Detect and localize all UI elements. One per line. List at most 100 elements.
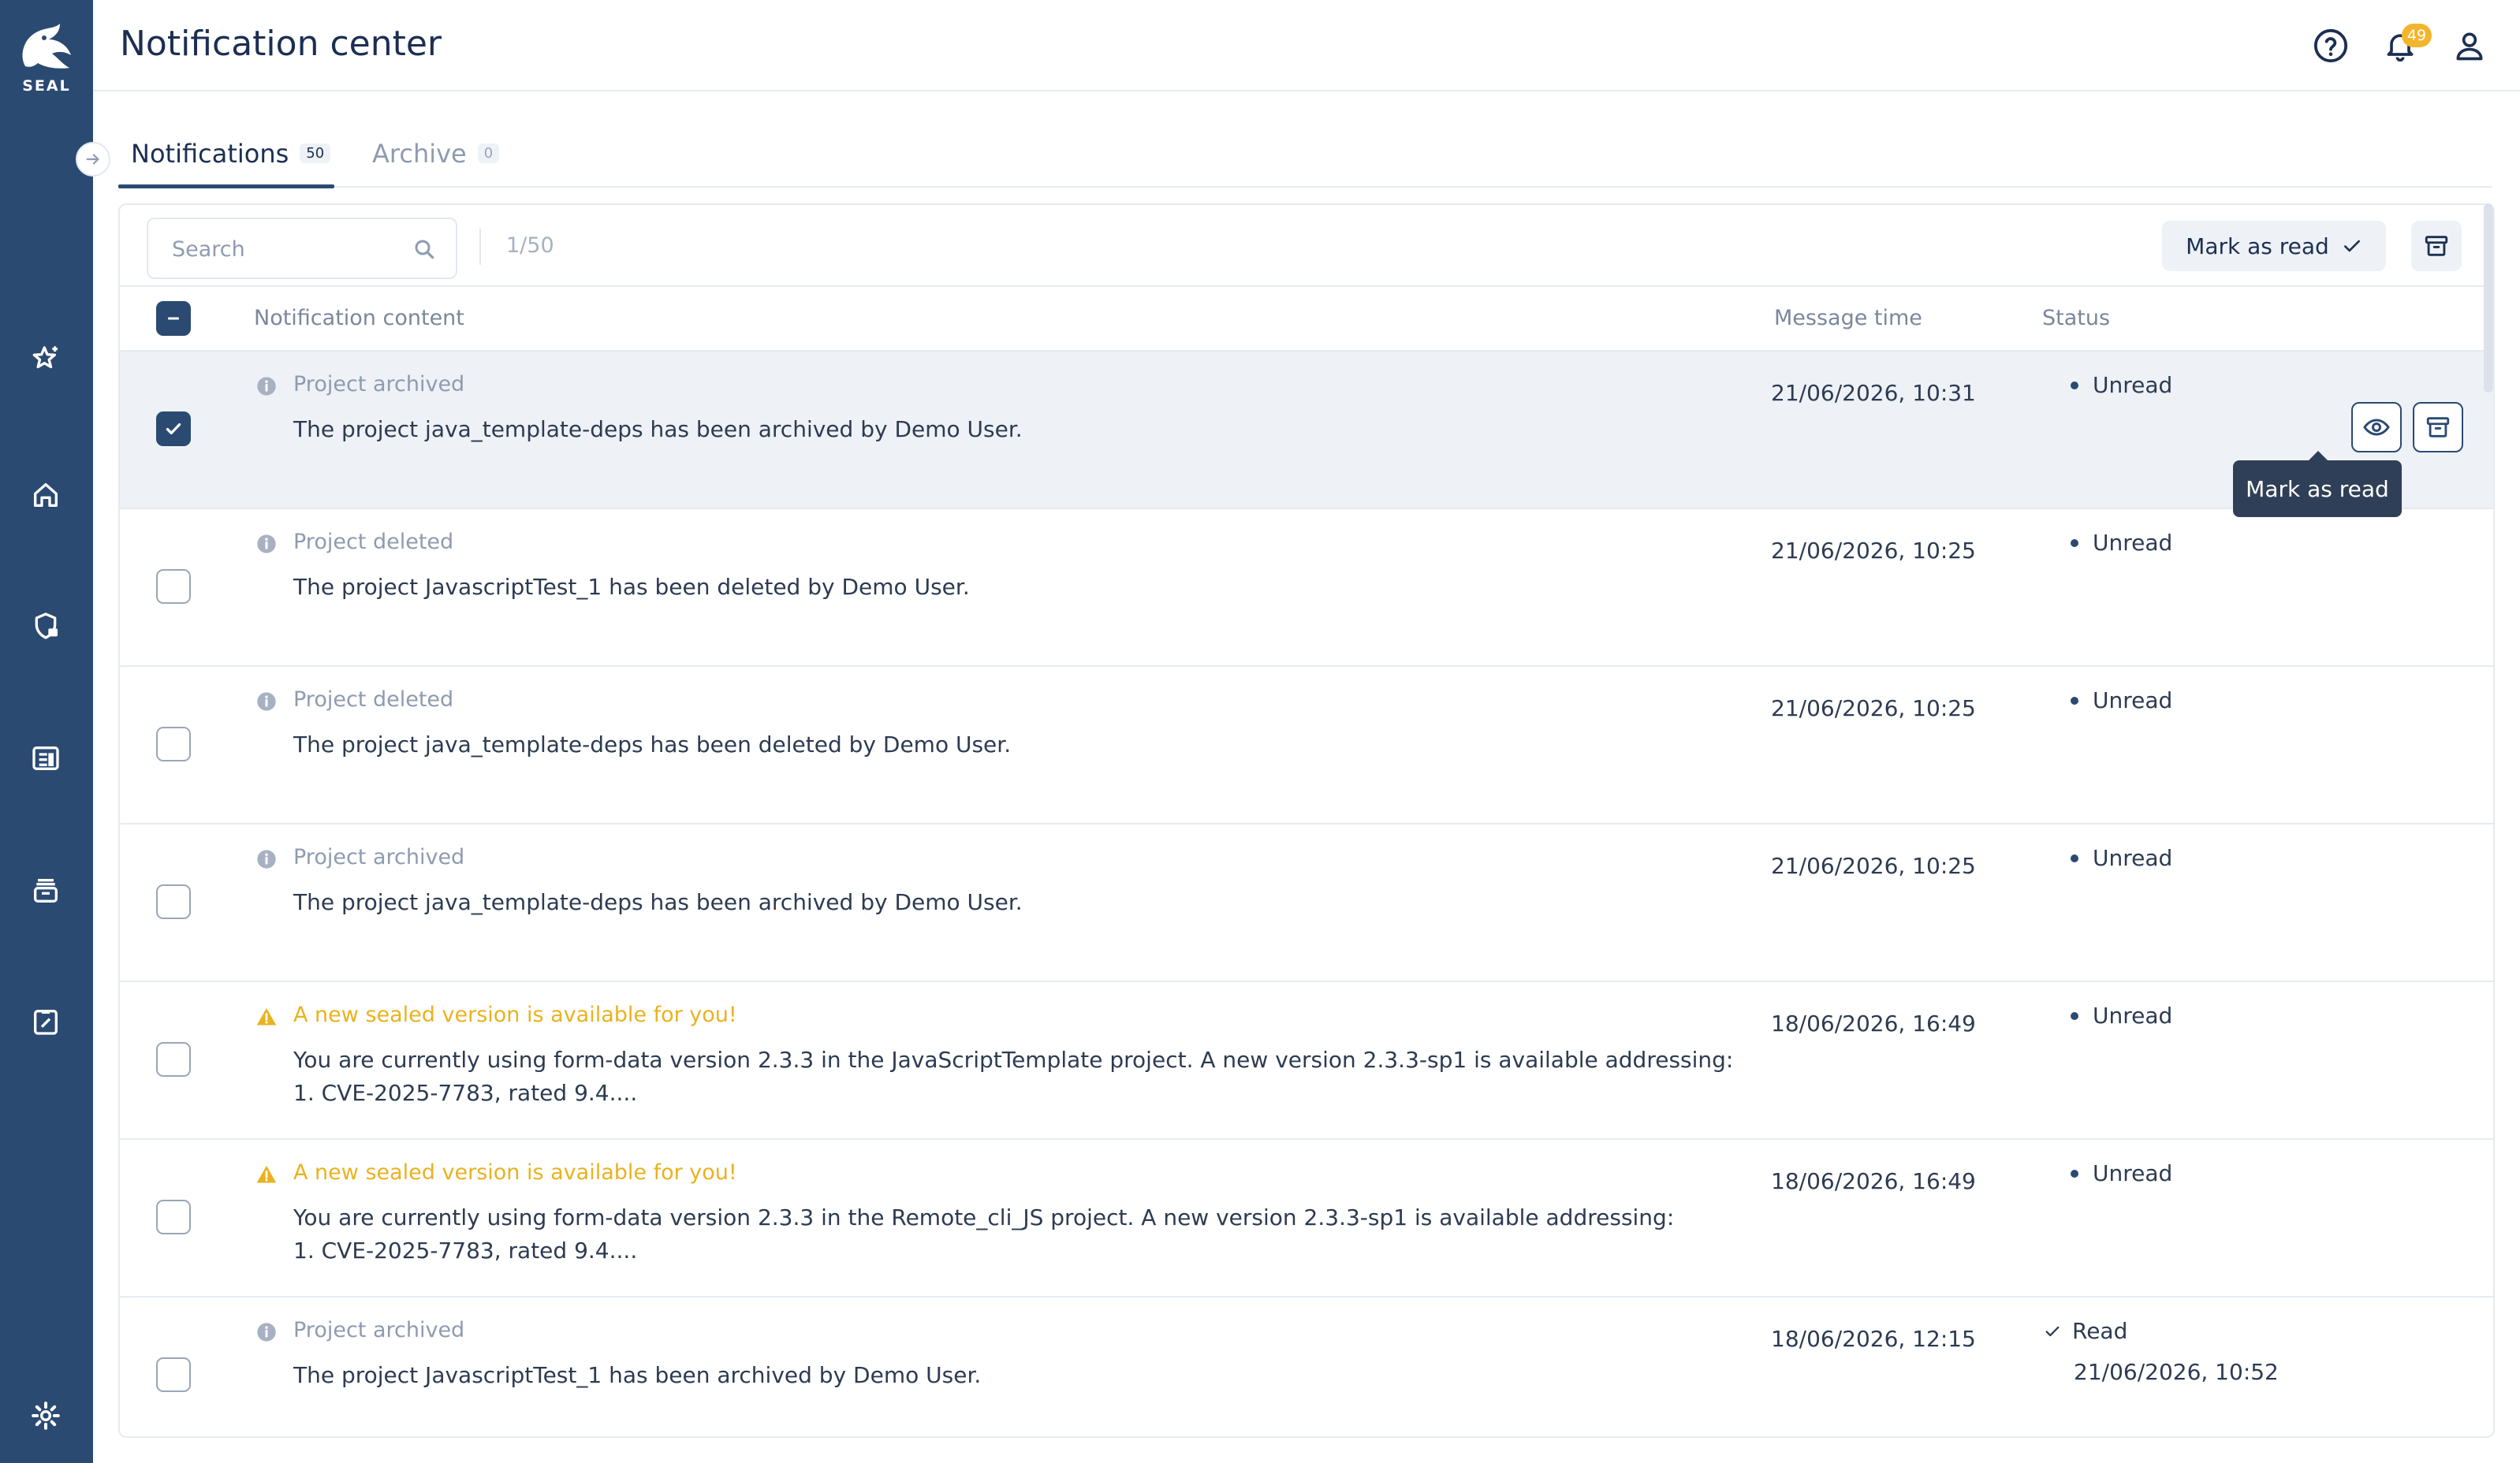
tab-notifications-count: 50: [300, 143, 331, 163]
status-text: Unread: [2093, 687, 2173, 713]
minus-icon: [167, 317, 180, 320]
notification-title: Project archived: [293, 372, 465, 396]
mark-as-read-tooltip: Mark as read: [2233, 451, 2402, 517]
message-time: 18/06/2026, 16:49: [1771, 1011, 1976, 1037]
info-icon: [257, 850, 276, 869]
archive-box-icon: [2426, 417, 2450, 437]
archive-box-icon: [2425, 236, 2448, 256]
selection-count: 1/50: [506, 233, 554, 258]
notification-body: The project java_template-deps has been …: [293, 416, 1023, 442]
tab-archive-label: Archive: [372, 139, 467, 169]
active-tab-indicator: [118, 184, 334, 188]
table-row[interactable]: A new sealed version is available for yo…: [120, 1140, 2493, 1297]
notification-body: The project JavascriptTest_1 has been de…: [293, 574, 970, 600]
notification-body-line: You are currently using form-data versio…: [293, 1047, 1734, 1073]
search-box: [147, 218, 457, 279]
search-input[interactable]: [172, 235, 408, 263]
row-mark-as-read-button[interactable]: [2351, 402, 2402, 452]
status-badge: Unread: [2071, 530, 2172, 556]
notification-body: The project JavascriptTest_1 has been ar…: [293, 1362, 982, 1388]
table-row[interactable]: Project archived The project java_templa…: [120, 825, 2493, 982]
sidebar: SEAL: [0, 0, 93, 1463]
row-checkbox[interactable]: [156, 569, 191, 604]
mark-as-read-button[interactable]: Mark as read: [2162, 221, 2386, 271]
table-row[interactable]: Project deleted The project JavascriptTe…: [120, 509, 2493, 667]
message-time: 21/06/2026, 10:25: [1771, 695, 1976, 721]
page-title: Notification center: [120, 24, 442, 64]
warning-icon: [256, 1165, 277, 1183]
clipboard-edit-icon: [34, 1010, 58, 1035]
sidebar-item-settings[interactable]: [27, 1397, 65, 1435]
tab-notifications[interactable]: Notifications 50: [131, 134, 331, 188]
user-profile-button[interactable]: [2449, 25, 2490, 66]
report-icon: [32, 746, 59, 770]
tabs: Notifications 50 Archive 0: [118, 134, 2492, 188]
sidebar-item-security[interactable]: [27, 607, 65, 645]
header: Notification center: [93, 0, 2520, 91]
status-badge: Unread: [2071, 372, 2172, 398]
status-text: Unread: [2093, 845, 2173, 871]
notification-body-line: 1. CVE-2025-7783, rated 9.4....: [293, 1238, 638, 1264]
notification-body: The project java_template-deps has been …: [293, 889, 1023, 915]
notification-body: You are currently using form-data versio…: [293, 1201, 1776, 1268]
notification-title: A new sealed version is available for yo…: [293, 1003, 737, 1027]
check-icon: [2045, 1326, 2060, 1336]
notification-title: Project archived: [293, 845, 465, 869]
tab-archive-count: 0: [477, 143, 500, 163]
table-row[interactable]: Project archived The project java_templa…: [120, 352, 2493, 509]
status-badge: Unread: [2071, 687, 2172, 713]
row-checkbox[interactable]: [156, 1357, 191, 1392]
warning-icon: [256, 1007, 277, 1026]
notification-title: Project deleted: [293, 530, 454, 554]
sidebar-item-favorites[interactable]: [27, 341, 65, 378]
table-row[interactable]: Project archived The project JavascriptT…: [120, 1297, 2493, 1436]
archive-selected-button[interactable]: [2411, 221, 2462, 271]
column-header-status: Status: [2042, 306, 2111, 330]
row-checkbox[interactable]: [156, 411, 191, 446]
column-header-content: Notification content: [254, 306, 464, 330]
status-badge: Unread: [2071, 1160, 2172, 1186]
user-icon: [2456, 32, 2483, 61]
table-row[interactable]: Project deleted The project java_templat…: [120, 667, 2493, 825]
info-icon: [257, 692, 276, 711]
scrollbar[interactable]: [2484, 203, 2493, 393]
unread-dot: [2071, 381, 2078, 389]
info-icon: [257, 377, 276, 396]
column-header-time: Message time: [1774, 306, 1922, 330]
mark-as-read-label: Mark as read: [2186, 233, 2329, 259]
help-circle-icon: [2313, 28, 2348, 63]
status-text: Unread: [2093, 1160, 2173, 1186]
toolbar: 1/50 Mark as read: [120, 205, 2493, 287]
sidebar-item-reports[interactable]: [27, 739, 65, 777]
check-icon: [2343, 240, 2360, 252]
status-badge: Unread: [2071, 845, 2172, 871]
help-button[interactable]: [2310, 25, 2351, 66]
logo-text: SEAL: [22, 77, 71, 95]
status-badge: Unread: [2071, 1003, 2172, 1029]
gear-icon: [32, 1402, 60, 1430]
archive-stack-icon: [34, 879, 58, 903]
row-checkbox[interactable]: [156, 727, 191, 761]
notification-body: The project java_template-deps has been …: [293, 732, 1012, 758]
eye-icon: [2363, 419, 2390, 436]
unread-dot: [2071, 1169, 2078, 1178]
sidebar-item-home[interactable]: [27, 476, 65, 514]
row-checkbox[interactable]: [156, 1200, 191, 1234]
star-sparkle-icon: [32, 346, 58, 369]
sidebar-expand-button[interactable]: [76, 142, 110, 177]
info-icon: [257, 1323, 276, 1342]
select-all-checkbox[interactable]: [156, 301, 191, 336]
row-checkbox[interactable]: [156, 1042, 191, 1077]
sidebar-item-tasks[interactable]: [27, 1003, 65, 1040]
table-row[interactable]: A new sealed version is available for yo…: [120, 982, 2493, 1140]
sidebar-item-archive[interactable]: [27, 872, 65, 910]
row-checkbox[interactable]: [156, 884, 191, 919]
row-archive-button[interactable]: [2413, 402, 2463, 452]
notification-count-badge: 49: [2402, 24, 2432, 47]
seal-logo[interactable]: SEAL: [11, 20, 82, 96]
tab-archive[interactable]: Archive 0: [372, 134, 500, 188]
status-badge: Read: [2044, 1318, 2127, 1344]
message-time: 21/06/2026, 10:25: [1771, 538, 1976, 564]
table-header: Notification content Message time Status: [120, 287, 2493, 352]
notification-body-line: 1. CVE-2025-7783, rated 9.4....: [293, 1080, 638, 1106]
